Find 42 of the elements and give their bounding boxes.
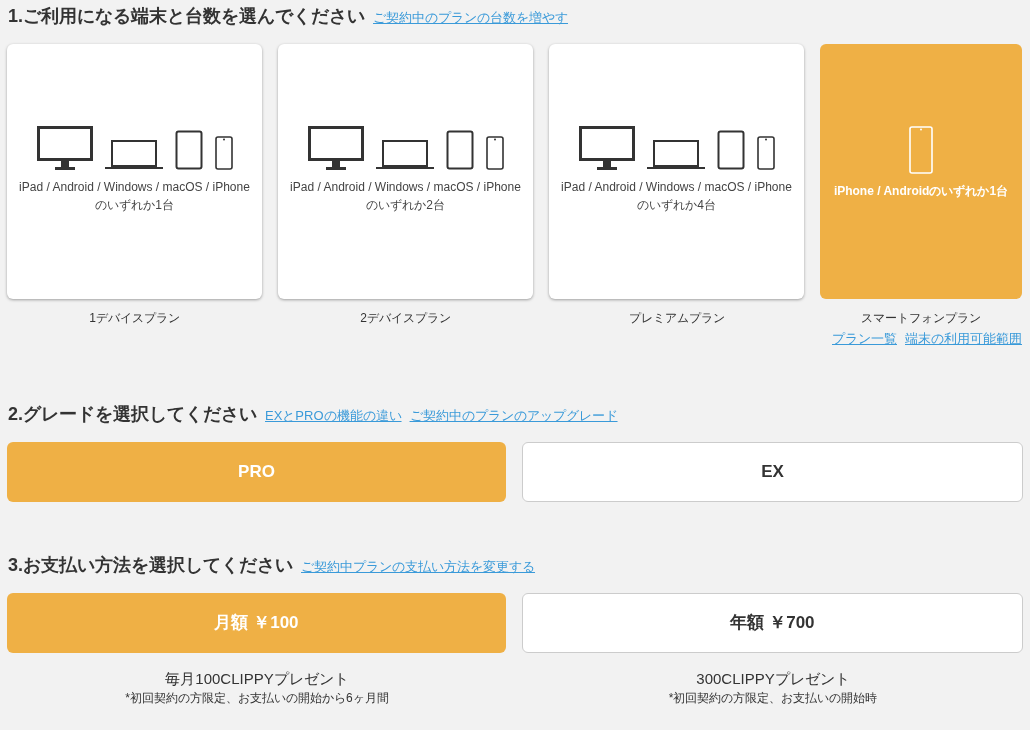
fine-print: *初回契約の方限定、お支払いの開始時	[668, 689, 878, 707]
plan-description: iPhone / Androidのいずれか1台	[833, 183, 1009, 200]
option-button[interactable]: EX	[522, 441, 1023, 502]
link[interactable]: EXとPROの機能の違い	[265, 405, 402, 425]
bonus-note: 300CLIPPYプレゼント	[696, 668, 850, 689]
plan-card[interactable]: iPhone / Androidのいずれか1台	[820, 44, 1022, 299]
tablet-icon	[174, 130, 203, 170]
monitor-icon	[307, 126, 364, 170]
section-heading: 1.ご利用になる端末と台数を選んでください	[8, 5, 365, 28]
bonus-note: 毎月100CLIPPYプレゼント	[165, 668, 349, 689]
option-button[interactable]: PRO	[7, 441, 506, 502]
plan-name: 1デバイスプラン	[89, 310, 180, 327]
plan-card[interactable]: iPad / Android / Windows / macOS / iPhoneのいずれか2台	[278, 44, 533, 299]
plan-name: スマートフォンプラン	[861, 310, 981, 327]
phone-icon	[485, 136, 504, 170]
phone-icon	[909, 126, 933, 174]
section-heading: 2.グレードを選択してください	[8, 402, 257, 426]
link[interactable]: ご契約中プランの支払い方法を変更する	[301, 556, 535, 576]
plan-name: プレミアムプラン	[628, 310, 725, 327]
option-button[interactable]: 月額 ￥100	[7, 592, 506, 653]
plan-name: 2デバイスプラン	[360, 310, 451, 327]
phone-icon	[214, 136, 233, 170]
tablet-icon	[716, 130, 745, 170]
plan-description: iPad / Android / Windows / macOS / iPhoneのいずれか2台	[290, 179, 521, 214]
monitor-icon	[36, 126, 93, 170]
link[interactable]: ご契約中のプランのアップグレード	[409, 405, 618, 425]
fine-print: *初回契約の方限定、お支払いの開始から6ヶ月間	[125, 689, 389, 707]
plan-description: iPad / Android / Windows / macOS / iPhoneのいずれか1台	[19, 179, 250, 214]
section-heading: 3.お支払い方法を選択してください	[8, 553, 293, 577]
plan-description: iPad / Android / Windows / macOS / iPhoneのいずれか4台	[561, 179, 792, 214]
tablet-icon	[445, 130, 474, 170]
link[interactable]: ご契約中のプランの台数を増やす	[373, 8, 568, 28]
monitor-icon	[578, 126, 635, 170]
laptop-icon	[375, 138, 434, 170]
plan-card[interactable]: iPad / Android / Windows / macOS / iPhoneのいずれか4台	[549, 44, 804, 299]
phone-icon	[756, 136, 775, 170]
option-button[interactable]: 年額 ￥700	[522, 592, 1023, 653]
link[interactable]: プラン一覧	[832, 329, 897, 349]
plan-card[interactable]: iPad / Android / Windows / macOS / iPhoneのいずれか1台	[7, 44, 262, 299]
link[interactable]: 端末の利用可能範囲	[905, 329, 1022, 349]
laptop-icon	[646, 138, 705, 170]
laptop-icon	[104, 138, 163, 170]
